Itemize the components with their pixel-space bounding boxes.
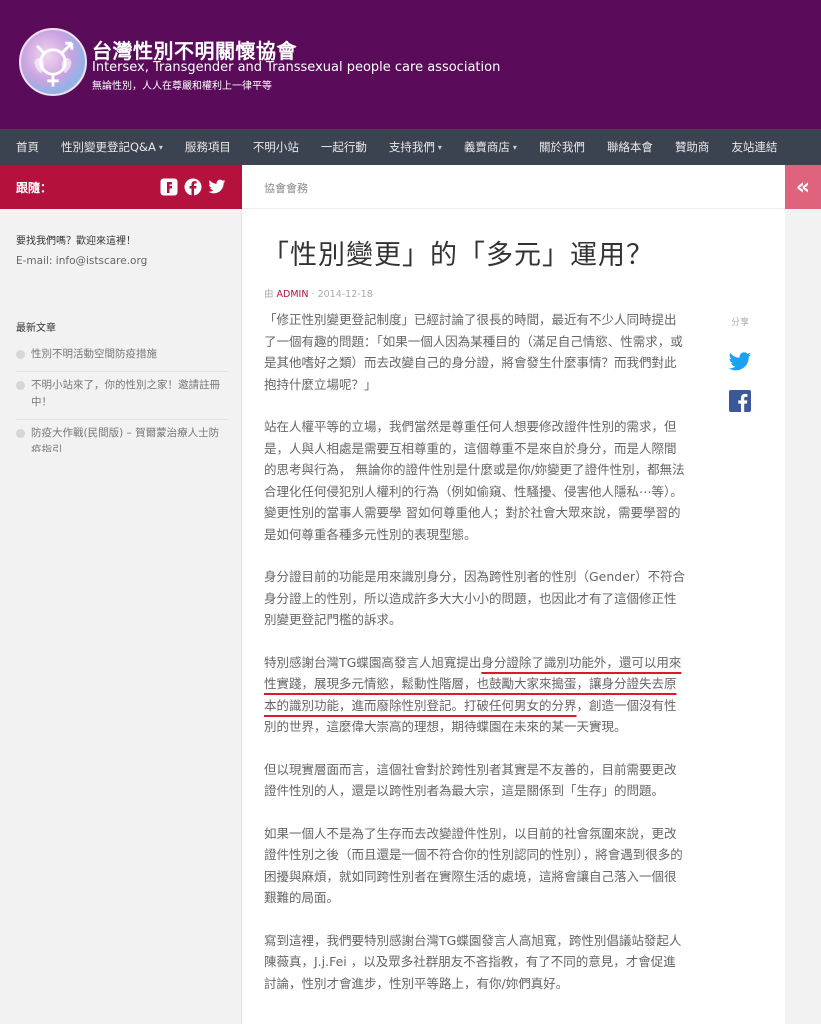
nav-item-label: 友站連結 bbox=[731, 140, 778, 154]
paragraph: 如果一個人不是為了生存而去改變證件性別，以目前的社會氛圍來說，更改證件性別之後（… bbox=[264, 825, 683, 906]
site-logo[interactable] bbox=[19, 28, 87, 96]
chevron-down-icon: ▾ bbox=[437, 142, 442, 152]
paragraph: 寫到這裡，我們要特別感謝台灣TG蝶園發言人高旭寬，跨性別倡議站發起人陳薇真，J.… bbox=[264, 932, 682, 991]
nav-item-action[interactable]: 一起行動 bbox=[321, 139, 367, 155]
nav-item-sponsors[interactable]: 贊助商 bbox=[675, 139, 710, 155]
nav-item-gender-change-qa[interactable]: 性別變更登記Q&A ▾ bbox=[61, 139, 163, 155]
paragraph-highlighted: 特別感謝台灣TG蝶園高發言人旭寬提出身分證除了識別功能外，還可以用來性實踐，展現… bbox=[264, 652, 688, 738]
nav-item-label: 贊助商 bbox=[674, 140, 710, 154]
recent-post-link[interactable]: 不明小站來了，你的性別之家！邀請註冊中！ bbox=[31, 377, 228, 411]
post-title: 「性別變更」的「多元」運用？ bbox=[262, 240, 654, 271]
site-header: 台灣性別不明關懷協會 Intersex, Transgender and Tra… bbox=[0, 0, 821, 129]
nav-item-services[interactable]: 服務項目 bbox=[185, 139, 231, 155]
share-label: 分享 bbox=[730, 318, 749, 328]
recent-posts-list: 性別不明活動空間防疫措施 不明小站來了，你的性別之家！邀請註冊中！ 防疫大作戰(… bbox=[16, 341, 228, 452]
byline-prefix: 由 bbox=[264, 289, 274, 300]
chevron-down-icon: ▾ bbox=[158, 142, 163, 152]
nav-item-home[interactable]: 首頁 bbox=[16, 139, 39, 155]
share-column: 分享 bbox=[720, 315, 760, 412]
nav-item-label: 支持我們 bbox=[388, 140, 435, 154]
bullet-icon bbox=[16, 350, 25, 359]
twitter-share-icon[interactable] bbox=[728, 350, 752, 374]
list-item[interactable]: 不明小站來了，你的性別之家！邀請註冊中！ bbox=[16, 372, 228, 420]
paragraph: 站在人權平等的立場，我們當然是尊重任何人想要修改證件性別的需求，但是，人與人相處… bbox=[264, 419, 685, 542]
bullet-icon bbox=[16, 381, 25, 390]
contact-email: E-mail: info@istscare.org bbox=[16, 255, 148, 267]
recent-posts-heading: 最新文章 bbox=[16, 323, 56, 334]
post-byline: 由 ADMIN · 2014-12-18 bbox=[264, 286, 373, 300]
nav-item-station[interactable]: 不明小站 bbox=[253, 139, 299, 155]
paragraph: 身分證目前的功能是用來識別身分，因為跨性別者的性別（Gender）不符合身分證上… bbox=[264, 569, 686, 627]
nav-item-label: 不明小站 bbox=[252, 140, 299, 154]
nav-item-label: 服務項目 bbox=[184, 140, 231, 154]
nav-item-about[interactable]: 關於我們 bbox=[539, 139, 585, 155]
follow-bar: 跟隨： bbox=[0, 165, 242, 209]
paragraph-text: 特別感謝台灣TG蝶園高發言人旭寬提出 bbox=[264, 654, 482, 670]
post-content: 「修正性別變更登記制度」已經討論了很長的時間，最近有不少人同時提出了一個有趣的問… bbox=[264, 309, 688, 1015]
sidebar-toggle-button[interactable]: « bbox=[785, 165, 821, 209]
site-subtitle: Intersex, Transgender and Transsexual pe… bbox=[92, 60, 501, 75]
nav-item-label: 義賣商店 bbox=[463, 140, 510, 154]
chevron-down-icon: ▾ bbox=[512, 142, 517, 152]
nav-item-contact[interactable]: 聯絡本會 bbox=[607, 139, 653, 155]
breadcrumb-bar: 協會會務 bbox=[242, 165, 785, 209]
nav-item-label: 關於我們 bbox=[538, 140, 585, 154]
byline-separator: · bbox=[311, 289, 315, 300]
recent-post-link[interactable]: 防疫大作戰(民間版) – 賀爾蒙治療人士防疫指引 bbox=[31, 425, 228, 452]
bullet-icon bbox=[16, 429, 25, 438]
post-date: 2014-12-18 bbox=[317, 289, 373, 300]
author-link[interactable]: ADMIN bbox=[277, 289, 309, 300]
list-item[interactable]: 防疫大作戰(民間版) – 賀爾蒙治療人士防疫指引 bbox=[16, 420, 228, 452]
social-icons bbox=[160, 178, 226, 196]
nav-item-label: 性別變更登記Q&A bbox=[61, 140, 156, 154]
nav-item-shop[interactable]: 義賣商店 ▾ bbox=[464, 139, 517, 155]
follow-label: 跟隨： bbox=[16, 180, 53, 195]
nav-item-label: 聯絡本會 bbox=[606, 140, 653, 154]
main-nav: 首頁 性別變更登記Q&A ▾ 服務項目 不明小站 一起行動 支持我們 ▾ 義賣商店 ▾… bbox=[0, 129, 821, 165]
flickr-icon[interactable] bbox=[160, 178, 178, 196]
facebook-share-icon[interactable] bbox=[729, 390, 751, 412]
paragraph: 但以現實層面而言，這個社會對於跨性別者其實是不友善的，目前需要更改證件性別的人，… bbox=[264, 761, 677, 799]
site-tagline: 無論性別，人人在尊嚴和權利上一律平等 bbox=[92, 81, 272, 92]
facebook-icon[interactable] bbox=[184, 178, 202, 196]
list-item[interactable]: 性別不明活動空間防疫措施 bbox=[16, 341, 228, 372]
main-content: 協會會務 「性別變更」的「多元」運用？ 由 ADMIN · 2014-12-18… bbox=[242, 165, 785, 1024]
double-chevron-left-icon: « bbox=[795, 174, 811, 200]
paragraph: 「修正性別變更登記制度」已經討論了很長的時間，最近有不少人同時提出了一個有趣的問… bbox=[264, 312, 683, 392]
nav-item-label: 一起行動 bbox=[320, 140, 367, 154]
twitter-icon[interactable] bbox=[208, 178, 226, 196]
nav-item-support[interactable]: 支持我們 ▾ bbox=[389, 139, 442, 155]
left-sidebar: 要找我們嗎？歡迎來這裡！ E-mail: info@istscare.org 最… bbox=[0, 209, 242, 1024]
right-sidebar bbox=[785, 209, 821, 1024]
recent-post-link[interactable]: 性別不明活動空間防疫措施 bbox=[31, 346, 157, 363]
contact-heading: 要找我們嗎？歡迎來這裡！ bbox=[16, 236, 136, 247]
nav-item-label: 首頁 bbox=[16, 140, 39, 154]
nav-item-links[interactable]: 友站連結 bbox=[731, 139, 777, 155]
breadcrumb[interactable]: 協會會務 bbox=[264, 180, 308, 196]
